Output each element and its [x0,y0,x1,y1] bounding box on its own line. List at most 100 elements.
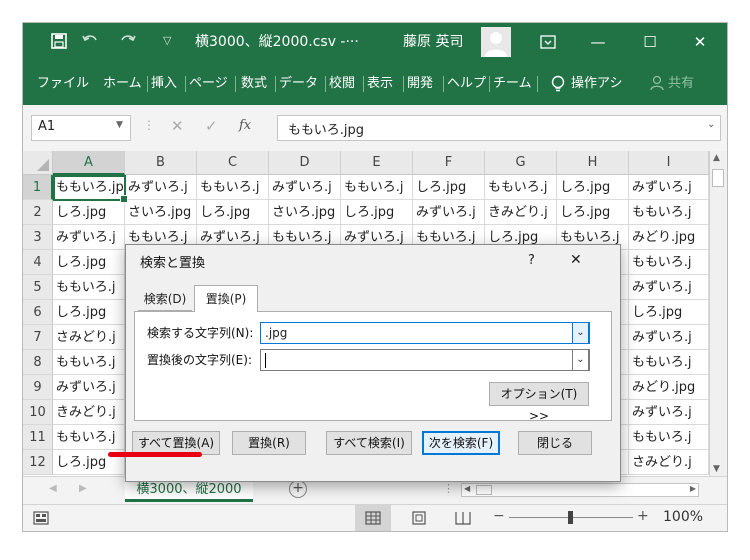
tab-review[interactable]: 校閲 [329,73,355,95]
insert-function-icon[interactable]: fx [239,118,251,133]
chevron-down-icon[interactable]: ▼ [116,120,123,130]
replace-dropdown-chevron-icon[interactable]: ⌄ [572,349,589,371]
row-header-4[interactable]: 4 [23,250,53,275]
new-sheet-plus-icon[interactable]: + [289,480,307,498]
grid-cell[interactable]: みずいろ.j [629,275,709,300]
column-header-b[interactable]: B [125,151,197,175]
tab-formulas[interactable]: 数式 [241,73,267,95]
column-header-h[interactable]: H [557,151,629,175]
row-header-11[interactable]: 11 [23,425,53,450]
customize-toolbar-icon[interactable]: ▽ [163,34,171,47]
share-button[interactable]: 共有 [668,73,694,95]
replace-input[interactable] [260,349,590,371]
find-all-button[interactable]: すべて検索(I) [326,431,412,455]
hscroll-left-icon[interactable]: ◀ [464,484,470,493]
find-next-button[interactable]: 次を検索(F) [422,431,500,455]
hscroll-thumb[interactable] [476,485,492,495]
row-header-10[interactable]: 10 [23,400,53,425]
grid-cell[interactable]: ももいろ.j [485,175,557,200]
fill-handle[interactable] [120,195,128,203]
tab-team[interactable]: チーム [493,73,532,95]
tab-home[interactable]: ホーム [103,73,142,95]
grid-cell[interactable]: さみどり.j [53,325,125,350]
row-header-12[interactable]: 12 [23,450,53,475]
close-button[interactable]: 閉じる [518,431,592,455]
grid-cell[interactable]: みずいろ.j [269,175,341,200]
grid-cell[interactable]: みずいろ.j [53,225,125,250]
close-window-icon[interactable]: ✕ [685,29,715,55]
user-name[interactable]: 藤原 英司 [403,31,463,53]
zoom-out-icon[interactable]: − [493,508,505,524]
tab-page-layout[interactable]: ページ [189,73,228,95]
formula-input[interactable]: ももいろ.jpg [277,115,721,141]
row-header-1[interactable]: 1 [23,175,53,200]
tab-help[interactable]: ヘルプ [447,73,486,95]
row-header-6[interactable]: 6 [23,300,53,325]
tab-view[interactable]: 表示 [367,73,393,95]
zoom-slider-thumb[interactable] [568,511,573,524]
zoom-in-icon[interactable]: + [637,508,649,524]
grid-cell[interactable]: ももいろ.j [197,175,269,200]
tab-split-grip-icon[interactable]: ⋮ [443,482,454,495]
tab-file[interactable]: ファイル [37,73,89,95]
row-header-3[interactable]: 3 [23,225,53,250]
close-icon[interactable]: ✕ [570,252,582,268]
horizontal-scrollbar[interactable]: ◀ ▶ [461,483,699,497]
replace-button[interactable]: 置換(R) [232,431,306,455]
row-header-2[interactable]: 2 [23,200,53,225]
grid-cell[interactable]: しろ.jpg [413,175,485,200]
avatar[interactable] [481,27,511,57]
column-header-d[interactable]: D [269,151,341,175]
grid-cell[interactable]: みずいろ.j [53,375,125,400]
column-header-i[interactable]: I [629,151,709,175]
grid-cell[interactable]: しろ.jpg [629,300,709,325]
grid-cell[interactable]: ももいろ.j [53,350,125,375]
tab-replace[interactable]: 置換(P) [194,285,258,312]
grid-cell[interactable]: しろ.jpg [197,200,269,225]
column-header-c[interactable]: C [197,151,269,175]
grid-cell[interactable]: ももいろ.j [629,425,709,450]
ribbon-display-options-icon[interactable] [533,29,563,55]
grid-cell[interactable]: さいろ.jpg [269,200,341,225]
grid-cell[interactable]: しろ.jpg [53,200,125,225]
column-header-a[interactable]: A [53,151,125,175]
grid-cell[interactable]: しろ.jpg [53,300,125,325]
grid-cell[interactable]: みどり.jpg [629,225,709,250]
redo-icon[interactable] [119,32,137,48]
grid-cell[interactable]: みずいろ.j [125,175,197,200]
grid-cell[interactable]: ももいろ.j [53,425,125,450]
undo-icon[interactable] [81,32,99,48]
name-box[interactable]: A1 ▼ [31,115,131,141]
scroll-thumb[interactable] [712,169,724,187]
minimize-icon[interactable]: — [583,29,613,55]
tab-insert[interactable]: 挿入 [151,73,177,95]
grid-cell[interactable]: みずいろ.j [413,200,485,225]
scroll-sheets-right-icon[interactable]: ▶ [79,483,87,494]
tab-developer[interactable]: 開発 [407,73,433,95]
zoom-level[interactable]: 100% [663,509,703,525]
row-header-9[interactable]: 9 [23,375,53,400]
grid-cell[interactable]: しろ.jpg [557,200,629,225]
grid-cell[interactable]: きみどり.j [485,200,557,225]
page-break-preview-icon[interactable] [455,511,471,525]
grid-cell[interactable]: さいろ.jpg [125,200,197,225]
row-header-8[interactable]: 8 [23,350,53,375]
grid-cell[interactable]: しろ.jpg [53,250,125,275]
scroll-down-icon[interactable]: ▼ [713,464,720,474]
grid-cell[interactable]: しろ.jpg [341,200,413,225]
tab-data[interactable]: データ [279,73,318,95]
column-header-g[interactable]: G [485,151,557,175]
grid-cell[interactable]: みどり.jpg [629,375,709,400]
share-person-icon[interactable] [649,75,665,91]
grid-cell[interactable]: ももいろ.j [629,350,709,375]
vertical-scrollbar[interactable]: ▲ ▼ [709,151,727,476]
save-icon[interactable] [51,33,67,49]
tab-find[interactable]: 検索(D) [138,287,192,311]
expand-formula-bar-icon[interactable]: ⌄ [707,119,715,130]
macro-recording-icon[interactable] [33,511,49,525]
row-header-5[interactable]: 5 [23,275,53,300]
grid-cell[interactable]: しろ.jpg [557,175,629,200]
select-all-corner[interactable] [23,151,53,175]
find-input[interactable]: .jpg [260,322,590,344]
scroll-up-icon[interactable]: ▲ [713,153,720,163]
